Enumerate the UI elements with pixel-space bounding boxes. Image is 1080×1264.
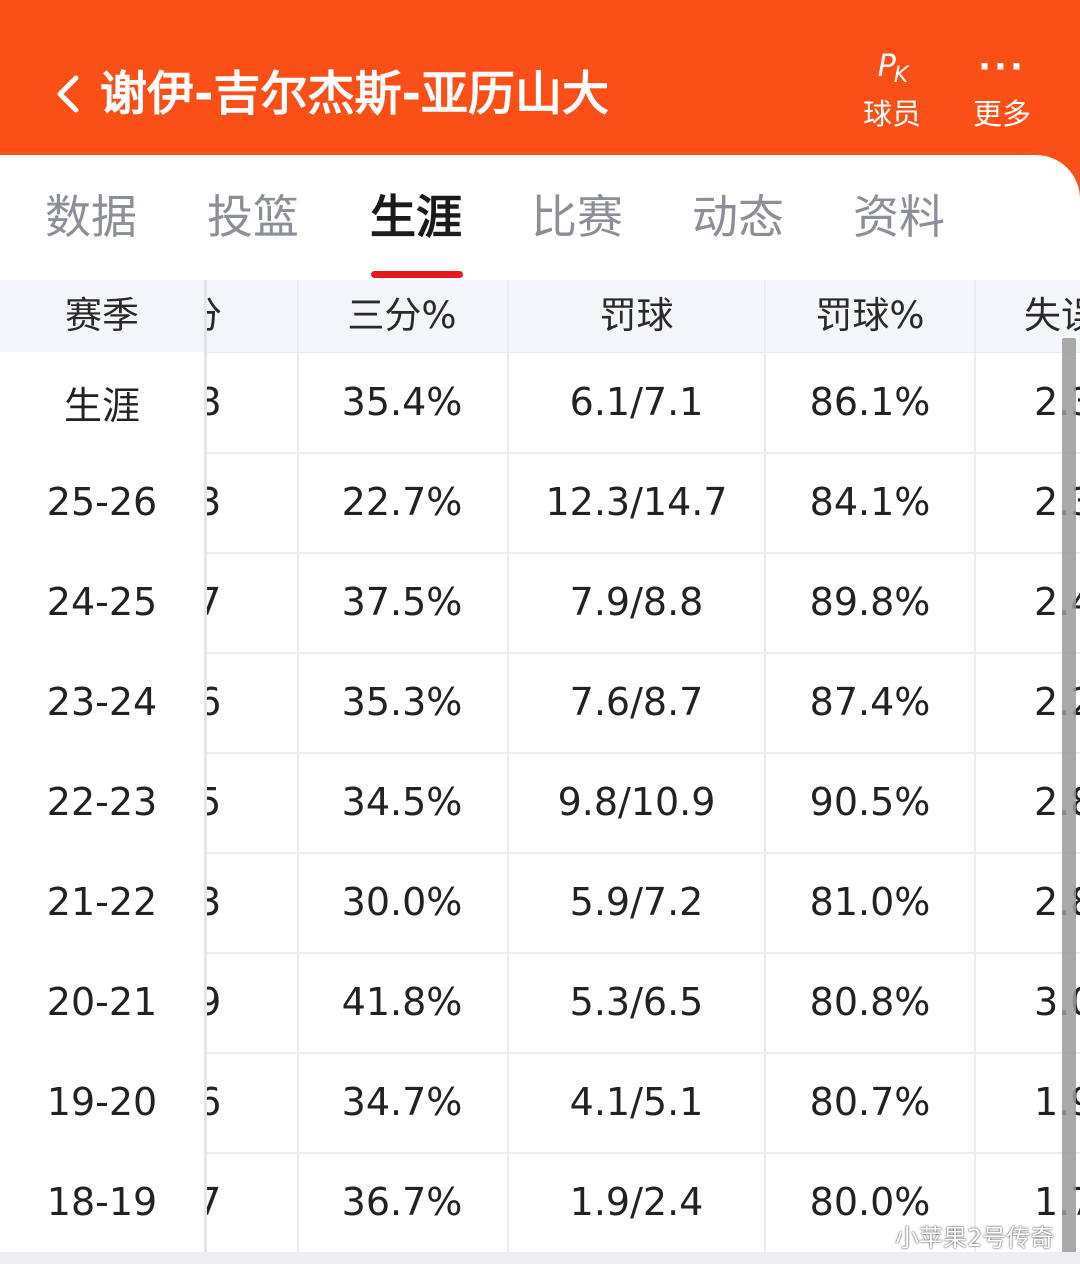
- tab-stats[interactable]: 数据: [31, 185, 151, 249]
- points-cell: .9: [207, 952, 299, 1052]
- table-row[interactable]: 23-24.635.3%7.6/8.787.4%2.2: [0, 652, 1080, 754]
- free-throw-pct-cell: 86.1%: [766, 352, 976, 452]
- pk-player-button[interactable]: PK 球员: [846, 46, 938, 138]
- points-cell: .3: [207, 452, 299, 552]
- season-cell: 18-19: [0, 1152, 207, 1252]
- table-scrollbar[interactable]: [1062, 338, 1076, 1264]
- season-cell: 20-21: [0, 952, 207, 1052]
- tab-shooting[interactable]: 投篮: [193, 185, 313, 249]
- table-bottom-strip: [0, 1252, 1080, 1264]
- season-cell: 22-23: [0, 752, 207, 852]
- season-cell: 25-26: [0, 452, 207, 552]
- more-label: 更多: [972, 97, 1031, 131]
- season-cell: 21-22: [0, 852, 207, 952]
- three-pct-cell: 35.3%: [297, 652, 509, 752]
- points-cell: .7: [207, 1152, 299, 1252]
- three-pct-cell: 34.5%: [297, 752, 509, 852]
- col-header-free-throw-pct: 罚球%: [766, 280, 976, 352]
- table-row[interactable]: 20-21.941.8%5.3/6.580.8%3.0: [0, 952, 1080, 1054]
- pk-icon: PK: [877, 49, 909, 88]
- tab-bar: 数据 投篮 生涯 比赛 动态 资料: [0, 155, 1080, 280]
- free-throws-cell: 5.9/7.2: [509, 852, 766, 952]
- free-throws-cell: 7.6/8.7: [509, 652, 766, 752]
- season-cell: 19-20: [0, 1052, 207, 1152]
- three-pct-cell: 36.7%: [297, 1152, 509, 1252]
- free-throws-cell: 9.8/10.9: [509, 752, 766, 852]
- chevron-left-icon[interactable]: [50, 72, 84, 116]
- tab-profile[interactable]: 资料: [839, 185, 959, 249]
- points-cell: .5: [207, 752, 299, 852]
- col-header-points: 分: [207, 280, 299, 352]
- season-cell: 24-25: [0, 552, 207, 652]
- tab-games[interactable]: 比赛: [517, 185, 637, 249]
- tab-career[interactable]: 生涯: [356, 185, 476, 249]
- free-throw-pct-cell: 89.8%: [766, 552, 976, 652]
- tab-news[interactable]: 动态: [678, 185, 798, 249]
- free-throws-cell: 7.9/8.8: [509, 552, 766, 652]
- table-header-row: 赛季 分 三分% 罚球 罚球% 失误: [0, 280, 1080, 353]
- free-throw-pct-cell: 80.7%: [766, 1052, 976, 1152]
- col-header-free-throws: 罚球: [509, 280, 766, 352]
- free-throws-cell: 12.3/14.7: [509, 452, 766, 552]
- three-pct-cell: 41.8%: [297, 952, 509, 1052]
- free-throws-cell: 6.1/7.1: [509, 352, 766, 452]
- free-throw-pct-cell: 84.1%: [766, 452, 976, 552]
- points-cell: .8: [207, 352, 299, 452]
- career-stats-table[interactable]: 赛季 分 三分% 罚球 罚球% 失误 生涯.835.4%6.1/7.186.1%…: [0, 280, 1080, 1252]
- three-pct-cell: 34.7%: [297, 1052, 509, 1152]
- free-throw-pct-cell: 80.8%: [766, 952, 976, 1052]
- free-throw-pct-cell: 87.4%: [766, 652, 976, 752]
- points-cell: .3: [207, 852, 299, 952]
- table-row[interactable]: 22-23.534.5%9.8/10.990.5%2.8: [0, 752, 1080, 854]
- free-throw-pct-cell: 90.5%: [766, 752, 976, 852]
- col-header-season: 赛季: [0, 280, 207, 352]
- active-tab-indicator: [371, 271, 463, 278]
- three-pct-cell: 30.0%: [297, 852, 509, 952]
- points-cell: .6: [207, 652, 299, 752]
- page-title: 谢伊-吉尔杰斯-亚历山大: [100, 67, 610, 122]
- free-throws-cell: 5.3/6.5: [509, 952, 766, 1052]
- more-dots-icon: ···: [978, 47, 1026, 87]
- three-pct-cell: 35.4%: [297, 352, 509, 452]
- free-throw-pct-cell: 81.0%: [766, 852, 976, 952]
- free-throws-cell: 4.1/5.1: [509, 1052, 766, 1152]
- season-cell: 生涯: [0, 352, 207, 452]
- col-header-three-pct: 三分%: [297, 280, 509, 352]
- table-row[interactable]: 21-22.330.0%5.9/7.281.0%2.8: [0, 852, 1080, 954]
- table-row[interactable]: 24-25.737.5%7.9/8.889.8%2.4: [0, 552, 1080, 654]
- three-pct-cell: 22.7%: [297, 452, 509, 552]
- pk-label: 球员: [862, 97, 921, 131]
- three-pct-cell: 37.5%: [297, 552, 509, 652]
- watermark: 小苹果2号传奇: [895, 1224, 1055, 1252]
- points-cell: .6: [207, 1052, 299, 1152]
- free-throws-cell: 1.9/2.4: [509, 1152, 766, 1252]
- table-row[interactable]: 生涯.835.4%6.1/7.186.1%2.3: [0, 352, 1080, 454]
- more-button[interactable]: ··· 更多: [956, 46, 1048, 138]
- table-row[interactable]: 19-20.634.7%4.1/5.180.7%1.9: [0, 1052, 1080, 1154]
- points-cell: .7: [207, 552, 299, 652]
- season-cell: 23-24: [0, 652, 207, 752]
- table-row[interactable]: 25-26.322.7%12.3/14.784.1%2.3: [0, 452, 1080, 554]
